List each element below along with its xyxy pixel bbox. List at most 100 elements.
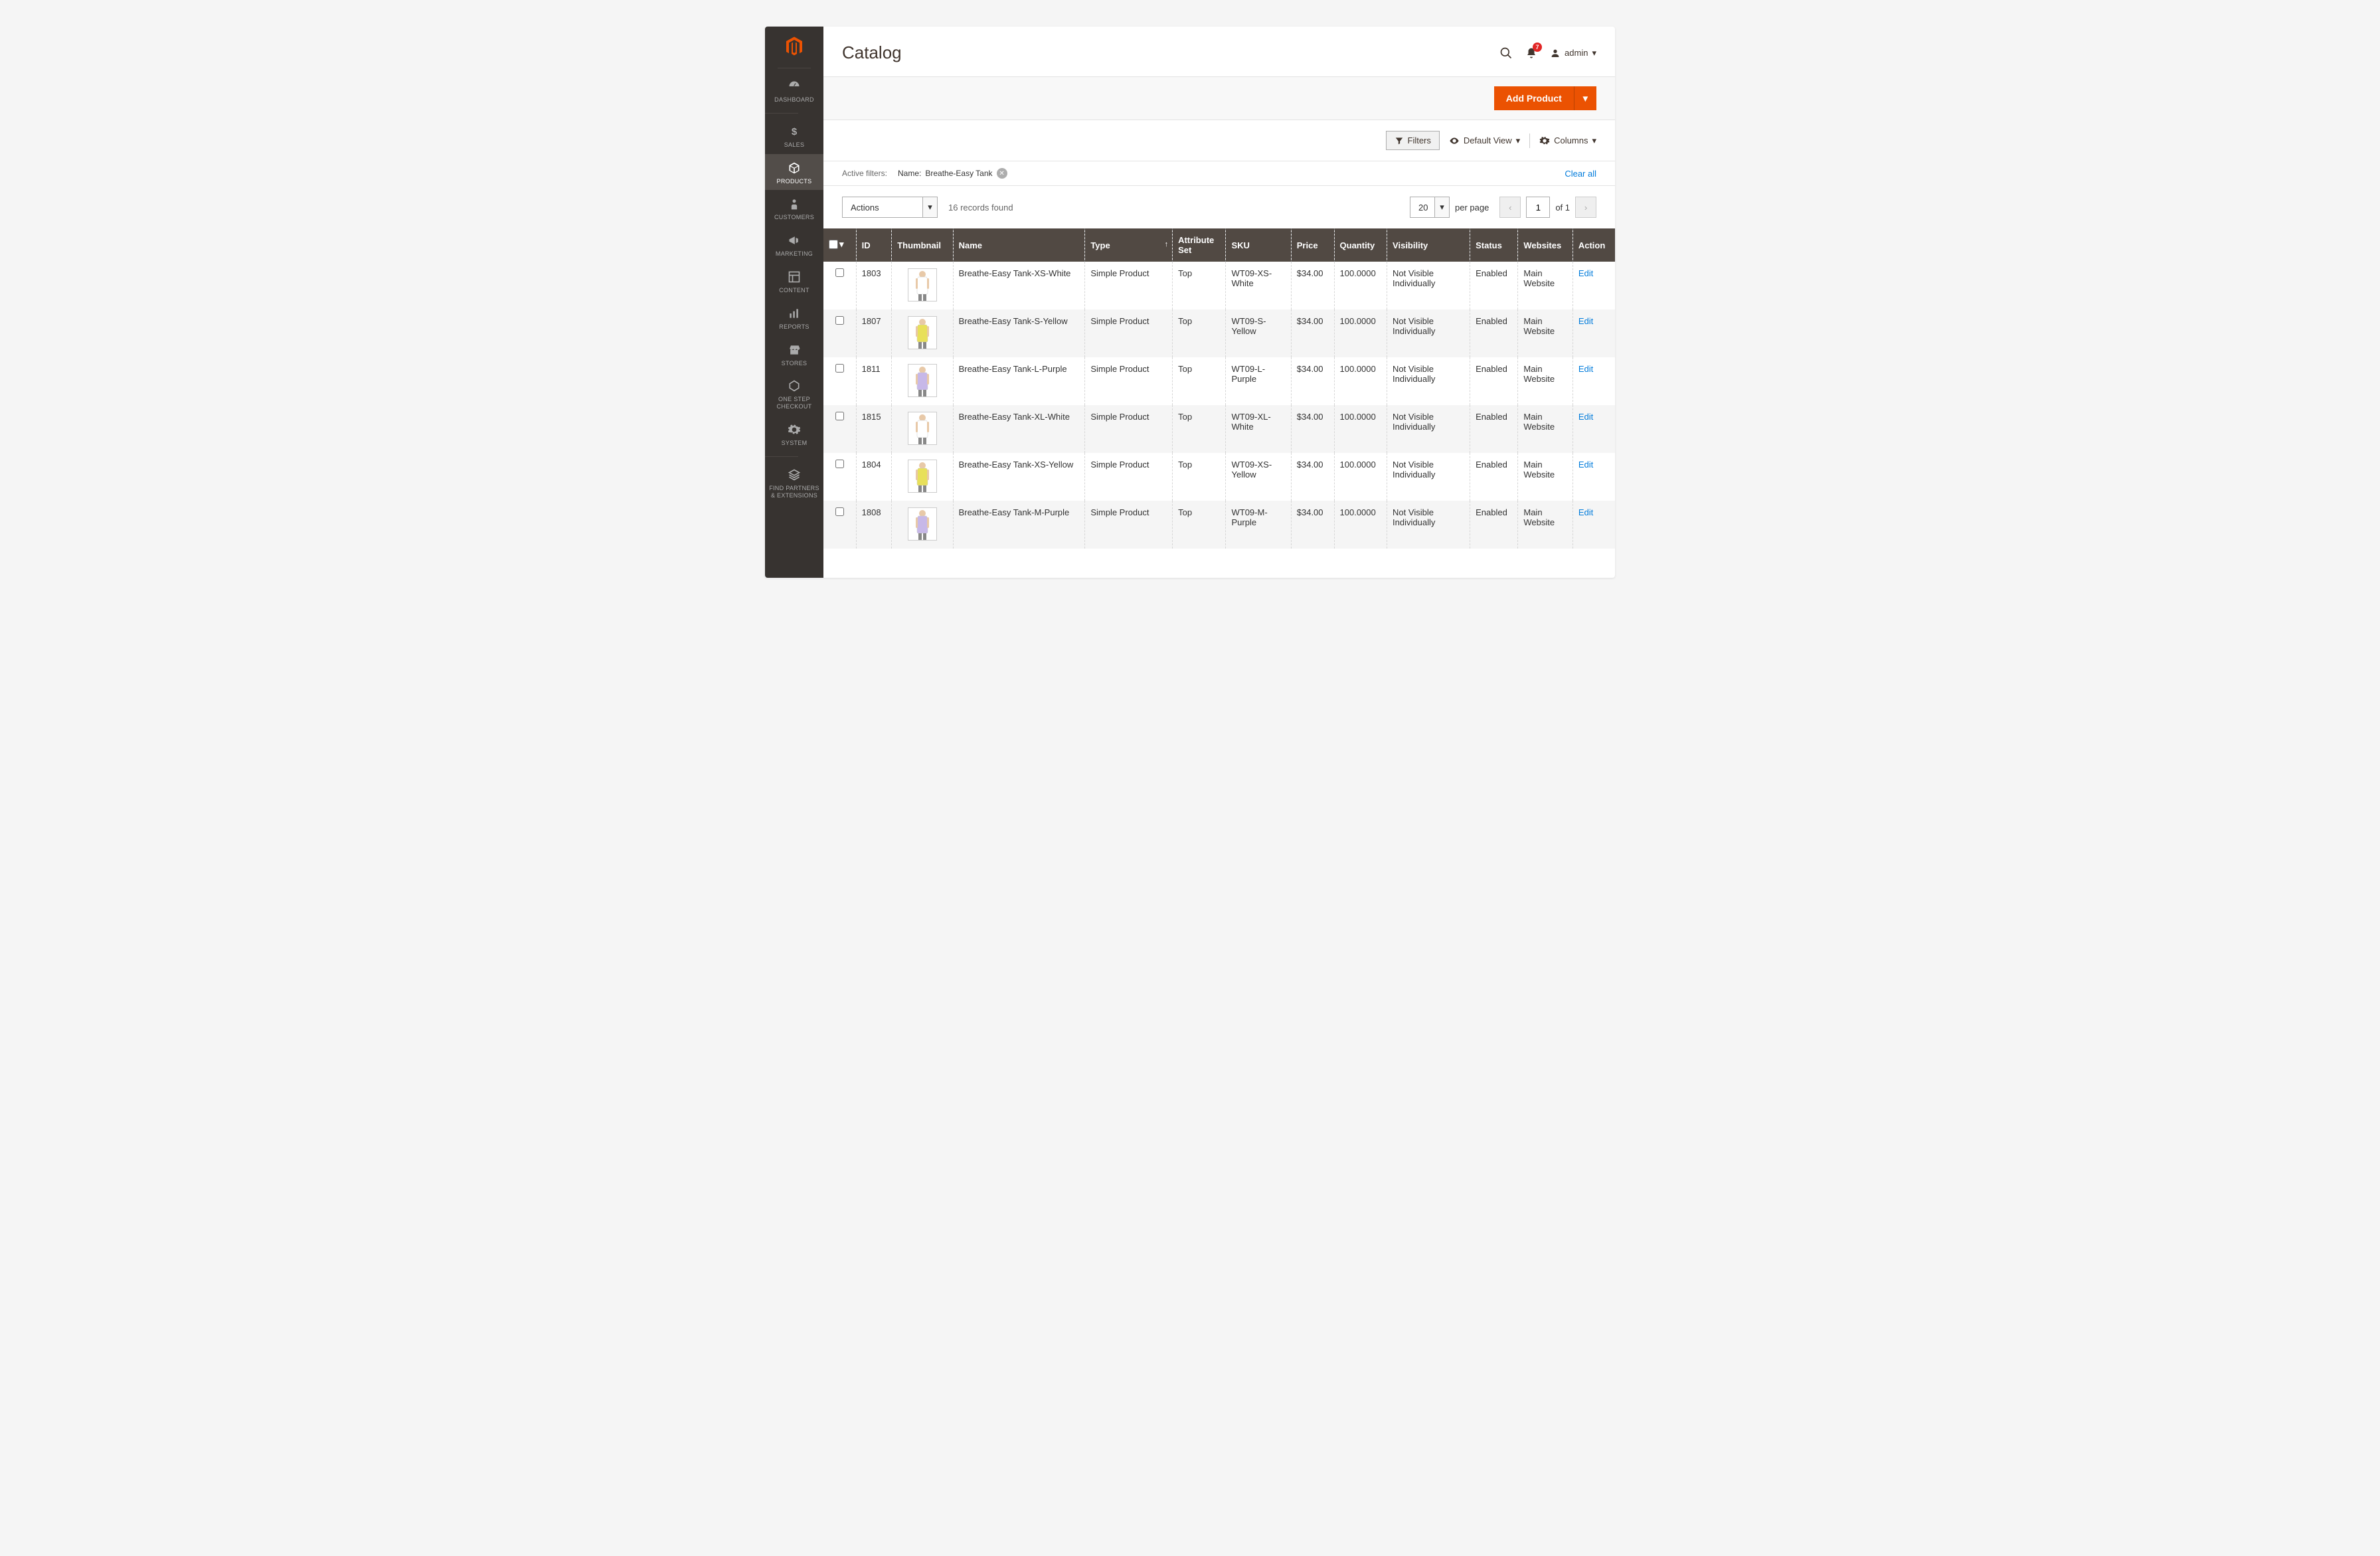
edit-link[interactable]: Edit — [1578, 268, 1593, 278]
caret-down-icon: ▾ — [1592, 48, 1596, 58]
column-header[interactable]: Attribute Set — [1173, 228, 1226, 262]
filters-button[interactable]: Filters — [1386, 131, 1440, 150]
cell-status: Enabled — [1470, 453, 1518, 501]
nav-item-dashboard[interactable]: DASHBOARD — [765, 72, 823, 109]
page-input[interactable] — [1526, 197, 1550, 218]
cell-status: Enabled — [1470, 309, 1518, 357]
cell-price: $34.00 — [1291, 453, 1334, 501]
per-page-select[interactable]: 20 ▾ — [1410, 197, 1450, 218]
column-header[interactable]: Action — [1572, 228, 1615, 262]
cell-sku: WT09-L-Purple — [1226, 357, 1291, 405]
prev-page-button[interactable]: ‹ — [1499, 197, 1521, 218]
nav-item-marketing[interactable]: MARKETING — [765, 226, 823, 263]
row-checkbox[interactable] — [835, 412, 844, 420]
eye-icon — [1449, 135, 1460, 146]
cell-websites: Main Website — [1518, 309, 1572, 357]
active-filters-row: Active filters: Name: Breathe-Easy Tank … — [823, 161, 1615, 186]
cell-id: 1807 — [856, 309, 892, 357]
cell-type: Simple Product — [1085, 309, 1173, 357]
edit-link[interactable]: Edit — [1578, 460, 1593, 470]
nav-item-stores[interactable]: STORES — [765, 336, 823, 373]
clear-all-link[interactable]: Clear all — [1565, 169, 1596, 179]
gear-icon — [1539, 135, 1550, 146]
remove-filter-icon[interactable]: ✕ — [997, 168, 1007, 179]
cell-websites: Main Website — [1518, 262, 1572, 309]
cell-price: $34.00 — [1291, 309, 1334, 357]
column-header[interactable]: Type↑ — [1085, 228, 1173, 262]
cell-id: 1804 — [856, 453, 892, 501]
edit-link[interactable]: Edit — [1578, 507, 1593, 517]
cell-price: $34.00 — [1291, 357, 1334, 405]
cell-type: Simple Product — [1085, 357, 1173, 405]
column-header[interactable]: SKU — [1226, 228, 1291, 262]
cell-visibility: Not Visible Individually — [1387, 357, 1470, 405]
column-header[interactable]: Quantity — [1334, 228, 1387, 262]
row-checkbox[interactable] — [835, 268, 844, 277]
select-all-header[interactable]: ▾ — [823, 228, 856, 262]
cell-name: Breathe-Easy Tank-L-Purple — [953, 357, 1085, 405]
column-header[interactable]: Price — [1291, 228, 1334, 262]
logo — [782, 35, 806, 58]
layout-icon — [787, 270, 802, 284]
notifications-icon[interactable]: 7 — [1525, 46, 1538, 60]
nav-item-products[interactable]: PRODUCTS — [765, 154, 823, 191]
product-thumbnail — [908, 507, 937, 541]
row-checkbox[interactable] — [835, 460, 844, 468]
table-row: 1804Breathe-Easy Tank-XS-YellowSimple Pr… — [823, 453, 1615, 501]
grid-controls: Actions ▾ 16 records found 20 ▾ per page… — [823, 186, 1615, 228]
select-all-checkbox[interactable] — [829, 240, 838, 249]
nav-item-system[interactable]: SYSTEM — [765, 416, 823, 452]
funnel-icon — [1395, 136, 1404, 145]
cell-name: Breathe-Easy Tank-XL-White — [953, 405, 1085, 453]
edit-link[interactable]: Edit — [1578, 364, 1593, 374]
column-header[interactable]: Visibility — [1387, 228, 1470, 262]
cell-price: $34.00 — [1291, 501, 1334, 549]
cell-visibility: Not Visible Individually — [1387, 309, 1470, 357]
column-header[interactable]: ID — [856, 228, 892, 262]
table-row: 1808Breathe-Easy Tank-M-PurpleSimple Pro… — [823, 501, 1615, 549]
nav-item-content[interactable]: CONTENT — [765, 263, 823, 300]
svg-text:$: $ — [792, 126, 798, 137]
row-checkbox[interactable] — [835, 507, 844, 516]
edit-link[interactable]: Edit — [1578, 412, 1593, 422]
store-icon — [787, 343, 802, 357]
records-found: 16 records found — [948, 203, 1013, 213]
admin-label: admin — [1565, 48, 1588, 58]
nav-item-one-step-checkout[interactable]: ONE STEP CHECKOUT — [765, 372, 823, 416]
edit-link[interactable]: Edit — [1578, 316, 1593, 326]
cell-type: Simple Product — [1085, 405, 1173, 453]
cell-sku: WT09-XS-White — [1226, 262, 1291, 309]
cell-status: Enabled — [1470, 501, 1518, 549]
page-of-label: of 1 — [1555, 203, 1570, 213]
nav-item-find-partners-extensions[interactable]: FIND PARTNERS & EXTENSIONS — [765, 461, 823, 505]
columns-dropdown[interactable]: Columns ▾ — [1539, 135, 1596, 146]
nav-item-customers[interactable]: CUSTOMERS — [765, 190, 823, 226]
cell-price: $34.00 — [1291, 262, 1334, 309]
hex-icon — [787, 379, 802, 393]
column-header[interactable]: Websites — [1518, 228, 1572, 262]
admin-dropdown[interactable]: admin ▾ — [1550, 48, 1596, 58]
column-header[interactable]: Status — [1470, 228, 1518, 262]
cell-sku: WT09-S-Yellow — [1226, 309, 1291, 357]
nav-item-sales[interactable]: $SALES — [765, 118, 823, 154]
column-header[interactable]: Name — [953, 228, 1085, 262]
actions-dropdown[interactable]: Actions ▾ — [842, 197, 938, 218]
cell-visibility: Not Visible Individually — [1387, 453, 1470, 501]
cell-websites: Main Website — [1518, 501, 1572, 549]
cell-price: $34.00 — [1291, 405, 1334, 453]
nav-item-reports[interactable]: REPORTS — [765, 300, 823, 336]
column-header[interactable]: Thumbnail — [892, 228, 953, 262]
search-icon[interactable] — [1499, 46, 1513, 60]
row-checkbox[interactable] — [835, 364, 844, 373]
add-product-bar: Add Product ▼ — [823, 76, 1615, 120]
product-thumbnail — [908, 460, 937, 493]
cell-attr: Top — [1173, 357, 1226, 405]
row-checkbox[interactable] — [835, 316, 844, 325]
next-page-button[interactable]: › — [1575, 197, 1596, 218]
default-view-dropdown[interactable]: Default View ▾ — [1449, 135, 1520, 146]
sort-asc-icon: ↑ — [1165, 240, 1169, 248]
add-product-button[interactable]: Add Product — [1494, 86, 1574, 110]
gear-icon — [787, 422, 802, 437]
add-product-dropdown[interactable]: ▼ — [1574, 86, 1596, 110]
cell-visibility: Not Visible Individually — [1387, 262, 1470, 309]
